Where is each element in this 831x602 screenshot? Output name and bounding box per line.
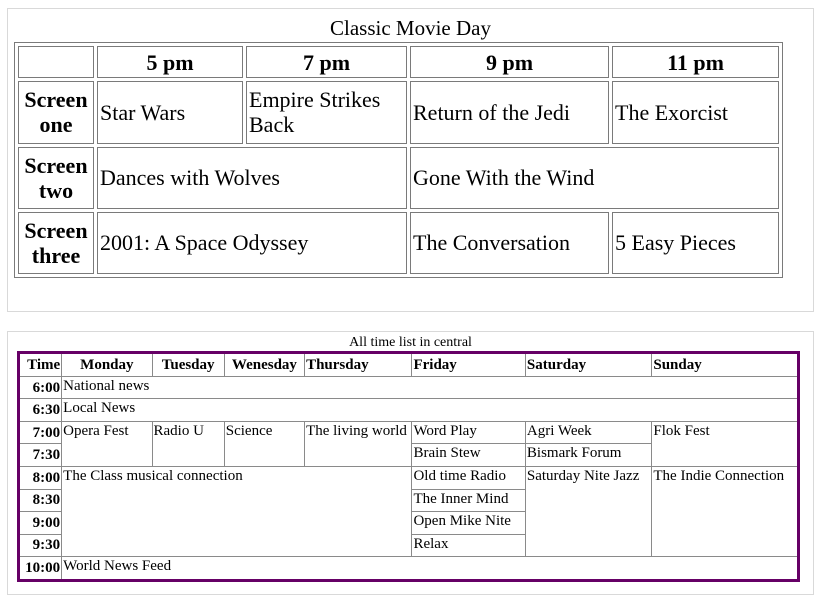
film-cell: Dances with Wolves [97, 146, 407, 209]
film-cell: Empire Strikes Back [246, 81, 407, 144]
tv-schedule-table: Time Monday Tuesday Wenesday Thursday Fr… [17, 351, 800, 582]
time-slot: 9:30 [17, 533, 63, 558]
program-cell: The Inner Mind [411, 488, 526, 513]
screen-label: Screen [24, 87, 88, 113]
column-header-sunday: Sunday [651, 352, 799, 377]
table-row: Screen one Star Wars Empire Strikes Back… [18, 81, 779, 144]
tv-schedule-panel: All time list in central Time Monday Tue… [7, 331, 814, 595]
program-cell: National news [61, 375, 799, 400]
column-header-wednesday: Wenesday [223, 352, 306, 377]
table-row: Screen three 2001: A Space Odyssey The C… [18, 211, 779, 274]
table-row: 10:00 World News Feed [17, 556, 799, 581]
column-header-friday: Friday [411, 352, 526, 377]
time-slot: 6:00 [17, 375, 63, 400]
film-cell: Gone With the Wind [410, 146, 779, 209]
program-cell: Old time Radio [411, 466, 526, 490]
column-header-thursday: Thursday [304, 352, 413, 377]
movie-day-panel: Classic Movie Day 5 pm 7 pm 9 pm 11 pm S… [7, 8, 814, 312]
film-cell: The Conversation [410, 211, 609, 274]
table-row: 5 pm 7 pm 9 pm 11 pm [18, 46, 779, 79]
time-header: 7 pm [246, 46, 407, 79]
program-cell: World News Feed [61, 556, 799, 581]
program-cell: Bismark Forum [524, 443, 653, 467]
program-cell: Brain Stew [411, 443, 526, 467]
program-cell: Saturday Nite Jazz [524, 465, 653, 558]
screen-number: one [39, 112, 73, 138]
time-header: 5 pm [97, 46, 243, 79]
time-slot: 8:00 [17, 466, 63, 490]
time-header: 9 pm [410, 46, 609, 79]
program-cell: Opera Fest [61, 420, 153, 468]
screen-header: Screen two [18, 146, 94, 209]
movie-table-caption: Classic Movie Day [330, 16, 491, 40]
program-cell: Radio U [151, 420, 225, 468]
table-row: 7:00 Opera Fest Radio U Science The livi… [17, 420, 799, 468]
time-slot: 6:30 [17, 398, 63, 422]
program-cell: Science [223, 420, 306, 468]
movie-schedule-table: 5 pm 7 pm 9 pm 11 pm Screen one Star War… [14, 42, 783, 278]
schedule-table-caption: All time list in central [349, 335, 472, 350]
table-row: Screen two Dances with Wolves Gone With … [18, 146, 779, 209]
time-slot: 9:00 [17, 511, 63, 535]
table-row: 6:30 Local News [17, 398, 799, 422]
program-cell: Flok Fest [651, 420, 799, 468]
program-cell: Open Mike Nite [411, 511, 526, 535]
film-cell: Star Wars [97, 81, 243, 144]
film-cell: 5 Easy Pieces [612, 211, 779, 274]
film-cell: Return of the Jedi [410, 81, 609, 144]
table-row: 6:00 National news [17, 375, 799, 400]
screen-header: Screen three [18, 211, 94, 274]
screen-number: three [31, 242, 81, 268]
screen-number: two [38, 177, 74, 203]
column-header-monday: Monday [61, 352, 153, 377]
program-cell: Agri Week [524, 420, 653, 445]
time-slot: 10:00 [17, 556, 63, 581]
program-cell: Word Play [411, 420, 526, 445]
screen-header: Screen one [18, 81, 94, 144]
program-cell: The Class musical connection [61, 465, 413, 558]
screen-label: Screen [24, 217, 88, 243]
column-header-time: Time [17, 352, 63, 377]
screen-label: Screen [24, 152, 88, 178]
table-header-row: Time Monday Tuesday Wenesday Thursday Fr… [17, 352, 799, 377]
time-slot: 7:00 [17, 420, 63, 445]
film-cell: 2001: A Space Odyssey [97, 211, 407, 274]
table-row: 8:00 The Class musical connection Old ti… [17, 465, 799, 558]
column-header-saturday: Saturday [524, 352, 653, 377]
time-slot: 8:30 [17, 488, 63, 513]
time-header: 11 pm [612, 46, 779, 79]
program-cell: The living world [304, 420, 413, 468]
corner-cell [18, 46, 94, 79]
program-cell: Relax [411, 533, 526, 558]
program-cell: The Indie Connection [651, 465, 799, 558]
program-cell: Local News [61, 398, 799, 422]
film-cell: The Exorcist [612, 81, 779, 144]
time-slot: 7:30 [17, 443, 63, 467]
column-header-tuesday: Tuesday [151, 352, 225, 377]
